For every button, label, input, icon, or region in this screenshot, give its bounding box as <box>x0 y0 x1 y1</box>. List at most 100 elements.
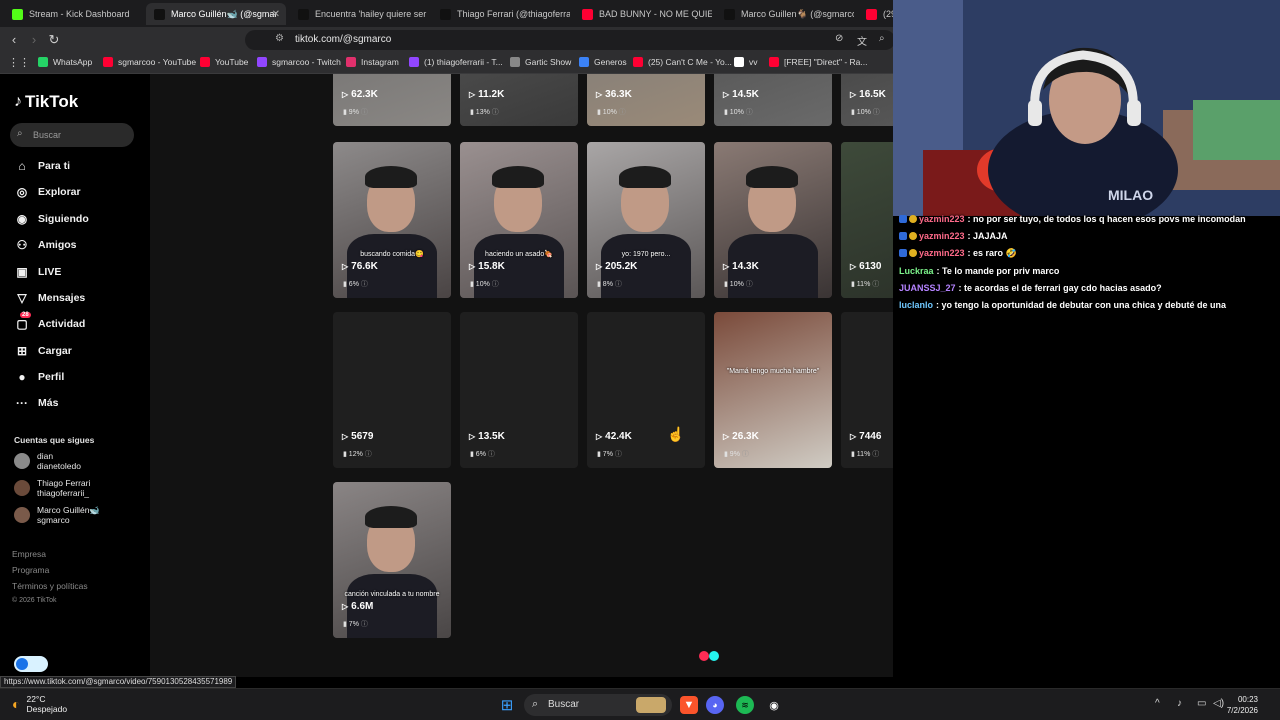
tray-chevron-icon[interactable]: ^ <box>1155 698 1160 709</box>
video-card[interactable]: la heladería del país▷14.5K▮ 10% ⓘ <box>714 74 832 126</box>
address-bar[interactable]: ⚙ tiktok.com/@sgmarco ⊘ 文 ⌕ <box>245 30 895 50</box>
bookmark-item[interactable]: (1) thiagoferrarii - T... <box>409 57 503 67</box>
browser-tab[interactable]: Stream - Kick Dashboard <box>4 3 142 25</box>
engagement-pct: 6% <box>348 281 359 288</box>
video-card[interactable]: ▷ 5679 ▮ 12% ⓘ <box>333 312 451 468</box>
footer-link[interactable]: Programa <box>12 565 49 575</box>
video-views: ▷ 26.3K <box>723 431 759 442</box>
sidebar-item-cargar[interactable]: ⊞ Cargar <box>14 341 72 361</box>
views-count: 6.6M <box>351 601 374 612</box>
browser-tab[interactable]: Marco Guillen🐐 (@sgmarcoc <box>716 3 854 25</box>
tiktok-logo[interactable]: ♪ TikTok <box>14 92 78 112</box>
sidebar-item-live[interactable]: ▣ LIVE <box>14 262 61 282</box>
brave-browser-icon[interactable]: ▼ <box>680 696 698 714</box>
bookmark-favicon-icon <box>257 57 267 67</box>
sidebar-item-explorar[interactable]: ◎ Explorar <box>14 182 81 202</box>
video-card[interactable]: ▷ 16.5K ▮ 10% ⓘ <box>841 74 893 126</box>
chat-text: no por ser tuyo, de todos los q hacen es… <box>973 214 1246 224</box>
volume-icon[interactable]: ◁) <box>1213 698 1224 709</box>
bookmark-favicon-icon <box>510 57 520 67</box>
apps-grid-icon[interactable]: ⋮⋮ <box>8 56 30 69</box>
video-card[interactable]: ▷ 13.5K ▮ 6% ⓘ <box>460 312 578 468</box>
bookmark-item[interactable]: sgmarcoo - Twitch <box>257 57 341 67</box>
video-thumbnail <box>333 74 451 126</box>
taskbar-search[interactable]: ⌕ Buscar <box>524 694 672 716</box>
video-card[interactable]: ▷ 11.2K ▮ 13% ⓘ <box>460 74 578 126</box>
sidebar-item-actividad[interactable]: ▢ 28 Actividad <box>14 312 85 334</box>
sidebar-item-para-ti[interactable]: ⌂ Para ti <box>14 156 70 176</box>
footer-link[interactable]: Términos y políticas <box>12 581 88 591</box>
bookmark-item[interactable]: YouTube <box>200 57 248 67</box>
windows-start-icon[interactable]: ⊞ <box>498 696 516 714</box>
extension-toggle[interactable] <box>14 656 48 672</box>
bookmark-item[interactable]: sgmarcoo - YouTube <box>103 57 196 67</box>
bookmark-item[interactable]: Gartic Show <box>510 57 571 67</box>
nav-glyph: ▽ <box>17 291 27 305</box>
site-settings-icon[interactable]: ⚙ <box>275 33 284 44</box>
engagement-pct: 9% <box>348 109 359 116</box>
browser-tab[interactable]: Encuentra 'hailey quiere ser sel <box>290 3 428 25</box>
video-card[interactable]: ▷ 14.3K ▮ 10% ⓘ <box>714 142 832 298</box>
bookmark-item[interactable]: vv <box>734 57 758 67</box>
sidebar-item-más[interactable]: ··· Más <box>14 393 58 413</box>
search-input[interactable]: ⌕ Buscar <box>10 123 134 147</box>
video-card[interactable]: ▷ 6130 ▮ 11% ⓘ <box>841 142 893 298</box>
engagement-pct: 13% <box>475 109 490 116</box>
bookmark-item[interactable]: WhatsApp <box>38 57 92 67</box>
sidebar-item-siguiendo[interactable]: ◉ Siguiendo <box>14 209 89 229</box>
video-card[interactable]: haciendo un asado🍖 ▷ 15.8K ▮ 10% ⓘ <box>460 142 578 298</box>
tab-label: Thiago Ferrari (@thiagoferrarii <box>457 9 570 19</box>
bookmark-item[interactable]: [FREE] "Direct" - Ra... <box>769 57 868 67</box>
forward-icon[interactable]: › <box>26 32 42 48</box>
no-tracking-icon[interactable]: ⊘ <box>835 33 843 44</box>
video-card[interactable]: salimos de fiesta▷62.3K▮ 9% ⓘ <box>333 74 451 126</box>
sidebar-item-perfil[interactable]: ● Perfil <box>14 367 64 387</box>
obs-icon[interactable]: ◉ <box>765 696 783 714</box>
video-card[interactable]: buscando comida😋 ▷ 76.6K ▮ 6% ⓘ <box>333 142 451 298</box>
tab-favicon-icon <box>298 8 309 20</box>
browser-tab[interactable]: BAD BUNNY - NO ME QUIERO <box>574 3 712 25</box>
video-card[interactable]: ▷ 7446 ▮ 11% ⓘ <box>841 312 893 468</box>
browser-tab[interactable]: (29 <box>858 3 893 25</box>
video-card[interactable]: canción vinculada a tu nombre ▷ 6.6M ▮ 7% ⓘ <box>333 482 451 638</box>
video-card[interactable]: yo: 1970 pero... ▷ 205.2K ▮ 8% ⓘ <box>587 142 705 298</box>
browser-tab[interactable]: Marco Guillén🐋 (@sgmar ✕ <box>146 3 286 25</box>
upload-icon: ⊞ <box>14 343 30 359</box>
translate-icon[interactable]: 文 <box>857 33 867 48</box>
bookmark-item[interactable]: Instagram <box>346 57 399 67</box>
account-name: Thiago Ferrari <box>37 478 91 488</box>
bookmark-label: sgmarcoo - YouTube <box>118 57 197 67</box>
video-card[interactable]: "Mamá tengo mucha hambre" ▷ 26.3K ▮ 9% ⓘ <box>714 312 832 468</box>
following-account[interactable]: Marco Guillén🐋 sgmarco <box>14 503 100 527</box>
weather-widget[interactable]: ◐ 22°C Despejado <box>12 694 67 714</box>
mouse-cursor-icon: ☝ <box>667 426 685 442</box>
system-clock[interactable]: 00:23 7/2/2026 <box>1227 694 1258 716</box>
browser-tab[interactable]: Thiago Ferrari (@thiagoferrarii <box>432 3 570 25</box>
sidebar-item-mensajes[interactable]: ▽ Mensajes <box>14 288 85 308</box>
video-card[interactable]: ▷ 42.4K ▮ 7% ⓘ <box>587 312 705 468</box>
info-icon: ⓘ <box>491 109 499 116</box>
close-tab-icon[interactable]: ✕ <box>272 9 280 20</box>
bookmark-item[interactable]: Generos <box>579 57 627 67</box>
back-icon[interactable]: ‹ <box>6 32 22 48</box>
engagement-pct: 11% <box>856 281 871 288</box>
sidebar-item-amigos[interactable]: ⚇ Amigos <box>14 235 77 255</box>
microphone-icon[interactable]: ♪ <box>1177 698 1182 709</box>
zoom-icon[interactable]: ⌕ <box>879 33 885 44</box>
footer-link[interactable]: Empresa <box>12 549 46 559</box>
bookmark-label: WhatsApp <box>53 57 93 67</box>
network-icon[interactable]: ▭ <box>1197 698 1206 709</box>
video-card[interactable]: ▷ 36.3K ▮ 10% ⓘ <box>587 74 705 126</box>
bookmark-item[interactable]: (25) Can't C Me - Yo... <box>633 57 732 67</box>
more-icon: ··· <box>14 395 30 411</box>
engagement-pct: 10% <box>729 281 744 288</box>
reload-icon[interactable]: ↻ <box>46 32 62 48</box>
activity-icon: ▢ 28 <box>14 312 31 332</box>
stream-chat: yazmin223: no por ser tuyo, de todos los… <box>893 210 1280 320</box>
following-account[interactable]: dian dianetoledo <box>14 449 81 473</box>
webcam-overlay: MILAO <box>893 0 1280 216</box>
spotify-icon[interactable]: ≋ <box>736 696 754 714</box>
discord-icon[interactable]: ◕ <box>706 696 724 714</box>
following-account[interactable]: Thiago Ferrari thiagoferrarii_ <box>14 476 90 500</box>
bookmark-favicon-icon <box>103 57 113 67</box>
